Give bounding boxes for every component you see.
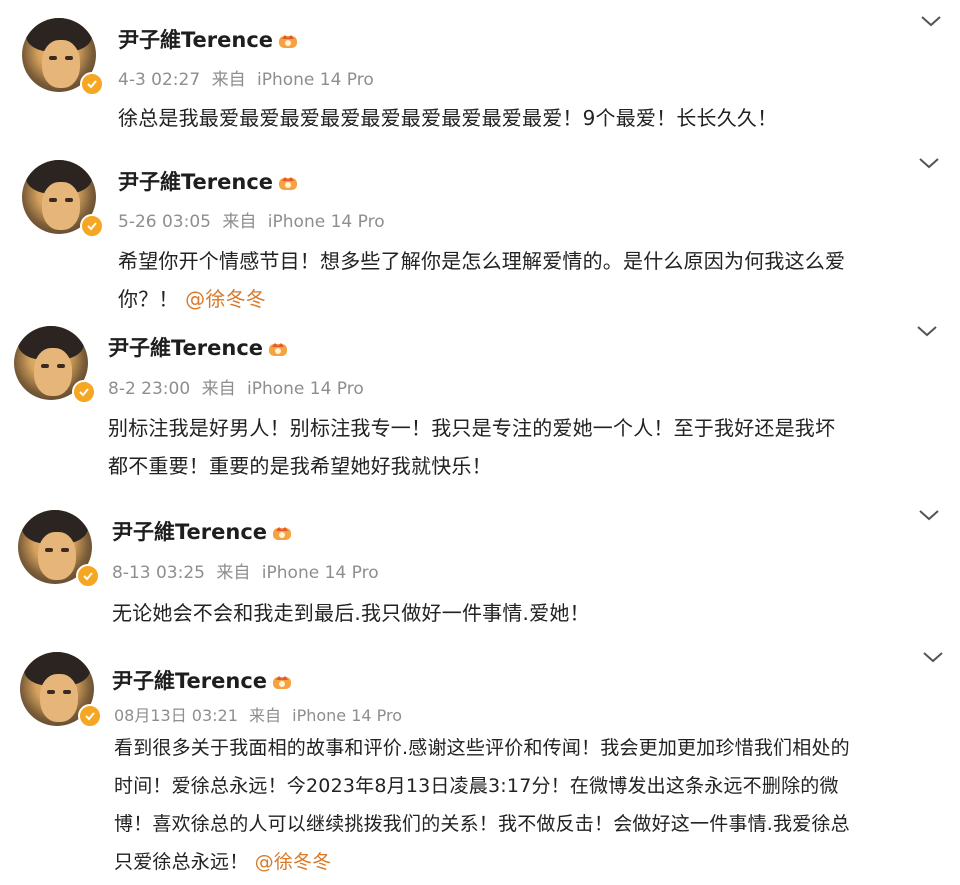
post-meta: 8-13 03:25 来自 iPhone 14 Pro <box>112 558 379 583</box>
username[interactable]: 尹子維Terence <box>118 24 299 54</box>
source-prefix: 来自 <box>216 563 251 583</box>
source-device[interactable]: iPhone 14 Pro <box>292 706 402 725</box>
post-date: 5-26 03:05 <box>118 212 211 232</box>
mention-link[interactable]: @徐冬冬 <box>185 287 266 311</box>
username[interactable]: 尹子維Terence <box>112 665 293 695</box>
source-prefix: 来自 <box>211 70 246 90</box>
post-text-line: 徐总是我最爱最爱最爱最爱最爱最爱最爱最爱最爱！9个最爱！长长久久！ <box>118 106 778 130</box>
post-meta: 8-2 23:00 来自 iPhone 14 Pro <box>108 374 364 399</box>
post-text: 希望你开个情感节目！想多些了解你是怎么理解爱情的。是什么原因为何我这么爱 你？！… <box>118 242 845 318</box>
post-text-line: 无论她会不会和我走到最后.我只做好一件事情.爱她！ <box>112 601 590 625</box>
post-text: 别标注我是好男人！别标注我专一！我只是专注的爱她一个人！至于我好还是我坏 都不重… <box>108 409 835 485</box>
source-device[interactable]: iPhone 14 Pro <box>262 563 379 583</box>
verified-check-icon <box>78 704 102 728</box>
source-prefix: 来自 <box>222 212 257 232</box>
post-text-line: 看到很多关于我面相的故事和评价.感谢这些评价和传闻！我会更加更加珍惜我们相处的 <box>114 737 850 759</box>
username[interactable]: 尹子維Terence <box>118 166 299 196</box>
post-text: 看到很多关于我面相的故事和评价.感谢这些评价和传闻！我会更加更加珍惜我们相处的 … <box>114 729 850 881</box>
mention-link[interactable]: @徐冬冬 <box>255 851 332 873</box>
vip-crown-icon <box>273 676 292 689</box>
source-device[interactable]: iPhone 14 Pro <box>268 212 385 232</box>
post-text-line: 时间！爱徐总永远！今2023年8月13日凌晨3:17分！在微博发出这条永远不删除… <box>114 775 839 797</box>
post-text-line: 你？！ @徐冬冬 <box>118 287 266 311</box>
chevron-down-icon[interactable] <box>920 14 942 28</box>
source-prefix: 来自 <box>249 706 282 725</box>
verified-check-icon <box>76 564 100 588</box>
username[interactable]: 尹子維Terence <box>108 332 289 362</box>
post-text: 无论她会不会和我走到最后.我只做好一件事情.爱她！ <box>112 594 590 632</box>
post-date: 8-2 23:00 <box>108 379 191 399</box>
chevron-down-icon[interactable] <box>922 650 944 664</box>
vip-crown-icon <box>273 527 292 540</box>
verified-check-icon <box>80 72 104 96</box>
post-text-line: 只爱徐总永远！ @徐冬冬 <box>114 851 332 873</box>
post-text: 徐总是我最爱最爱最爱最爱最爱最爱最爱最爱最爱！9个最爱！长长久久！ <box>118 99 777 137</box>
source-device[interactable]: iPhone 14 Pro <box>257 70 374 90</box>
username[interactable]: 尹子維Terence <box>112 516 293 546</box>
vip-crown-icon <box>279 35 298 48</box>
chevron-down-icon[interactable] <box>916 324 938 338</box>
post-date: 4-3 02:27 <box>118 70 201 90</box>
vip-crown-icon <box>269 343 288 356</box>
source-prefix: 来自 <box>201 379 236 399</box>
verified-check-icon <box>72 380 96 404</box>
post-text-line: 都不重要！重要的是我希望她好我就快乐！ <box>108 454 492 478</box>
source-device[interactable]: iPhone 14 Pro <box>247 379 364 399</box>
post-meta: 4-3 02:27 来自 iPhone 14 Pro <box>118 65 374 90</box>
post-meta: 08月13日 03:21 来自 iPhone 14 Pro <box>114 702 402 726</box>
post-date: 08月13日 03:21 <box>114 706 238 725</box>
chevron-down-icon[interactable] <box>918 156 940 170</box>
vip-crown-icon <box>279 177 298 190</box>
chevron-down-icon[interactable] <box>918 508 940 522</box>
verified-check-icon <box>80 214 104 238</box>
post-text-line: 希望你开个情感节目！想多些了解你是怎么理解爱情的。是什么原因为何我这么爱 <box>118 249 846 273</box>
post-text-line: 别标注我是好男人！别标注我专一！我只是专注的爱她一个人！至于我好还是我坏 <box>108 416 836 440</box>
post-meta: 5-26 03:05 来自 iPhone 14 Pro <box>118 207 385 232</box>
post-date: 8-13 03:25 <box>112 563 205 583</box>
post-text-line: 博！喜欢徐总的人可以继续挑拨我们的关系！我不做反击！会做好这一件事情.我爱徐总 <box>114 813 850 835</box>
